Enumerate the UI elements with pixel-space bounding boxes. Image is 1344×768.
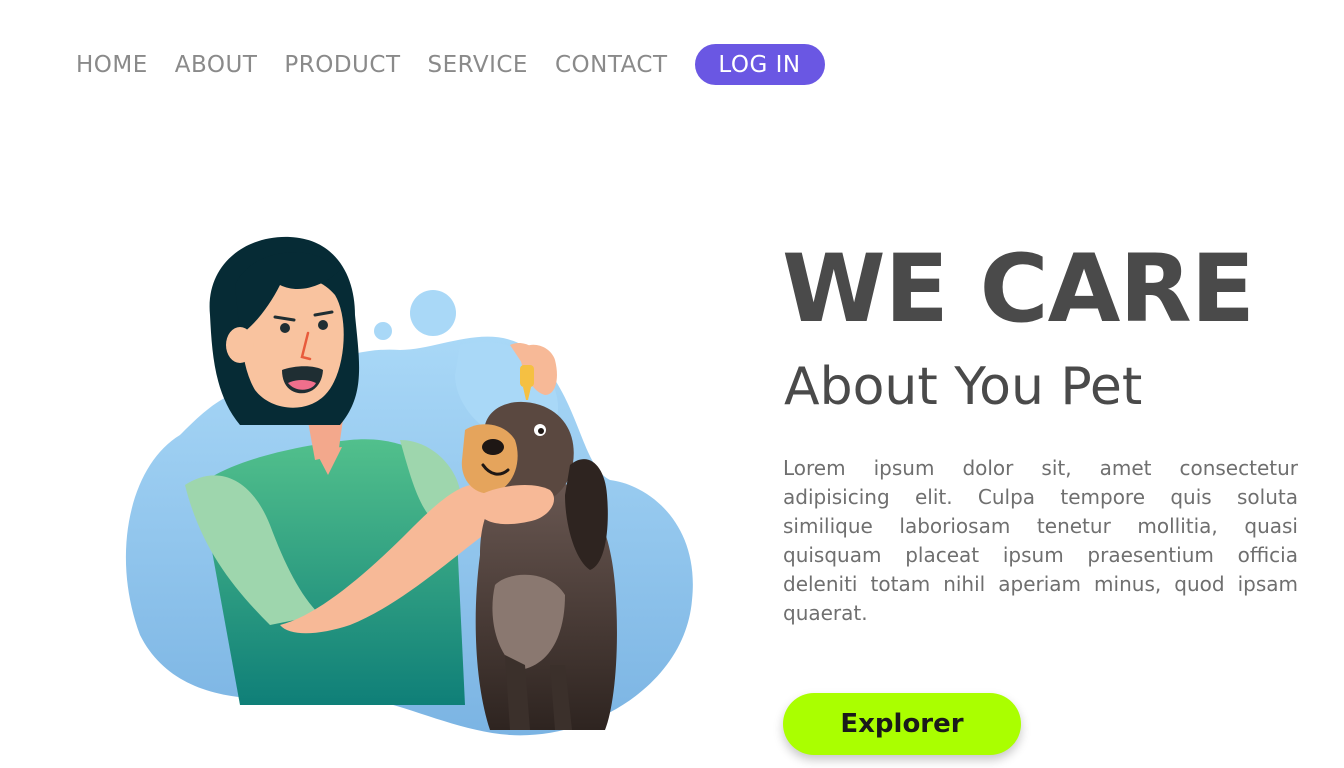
hero-body-text: Lorem ipsum dolor sit, amet consectetur … [783, 456, 1298, 625]
nav-contact-link[interactable]: CONTACT [555, 52, 668, 78]
eye-dropper [520, 365, 534, 387]
nav-about-link[interactable]: ABOUT [175, 52, 258, 78]
woman-giving-dog-eye-drops-illustration [125, 236, 693, 736]
nav-product-link[interactable]: PRODUCT [284, 52, 400, 78]
explorer-button[interactable]: Explorer [783, 693, 1021, 755]
nav-service-link[interactable]: SERVICE [428, 52, 528, 78]
pet-care-illustration [110, 225, 710, 745]
hero-subtitle: About You Pet [784, 357, 1143, 417]
hero-title: WE CARE [782, 235, 1255, 344]
nav-home-link[interactable]: HOME [76, 52, 148, 78]
bubble-small [374, 322, 392, 340]
login-button[interactable]: LOG IN [694, 44, 825, 85]
top-navigation: HOME ABOUT PRODUCT SERVICE CONTACT LOG I… [76, 44, 825, 85]
bubble-large [410, 290, 456, 336]
